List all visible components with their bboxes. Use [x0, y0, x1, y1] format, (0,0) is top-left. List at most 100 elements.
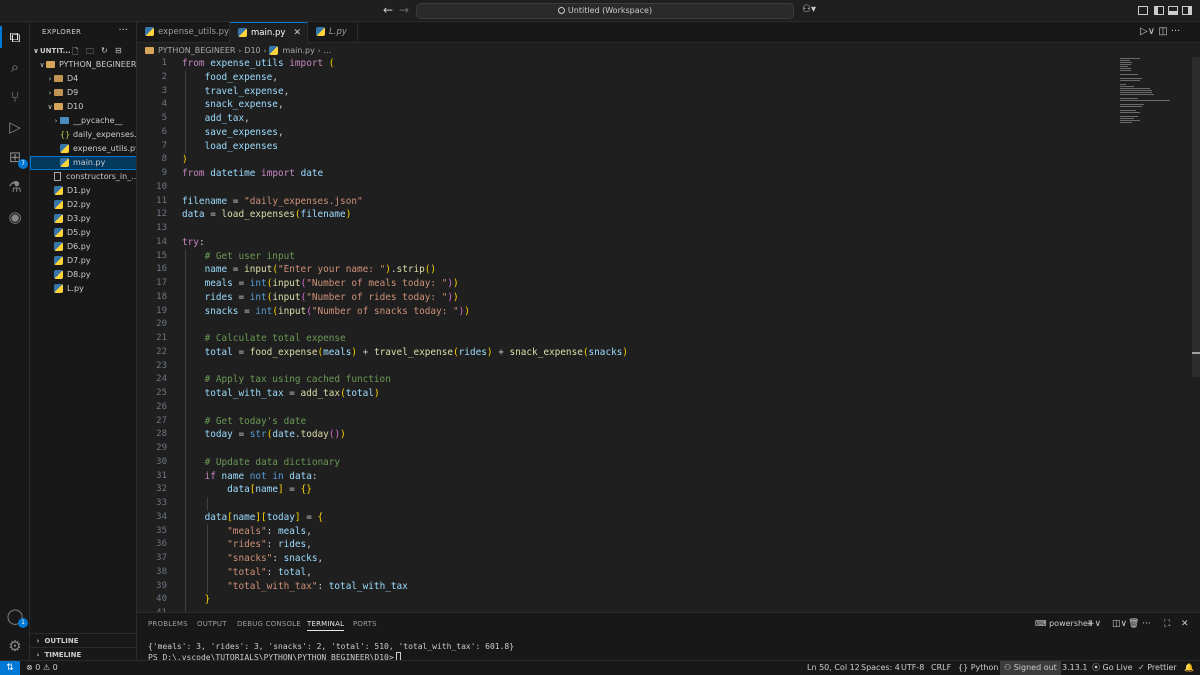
tab-debug-console[interactable]: DEBUG CONSOLE	[237, 620, 301, 628]
python-version[interactable]: 3.13.1	[1062, 661, 1087, 675]
toggle-sidebar-icon[interactable]	[1154, 6, 1164, 15]
accounts-icon[interactable]: ◯ 1	[5, 606, 28, 628]
back-arrow-icon[interactable]: ←	[380, 3, 396, 17]
tab-ports[interactable]: PORTS	[353, 620, 377, 628]
new-terminal-icon[interactable]: +∨	[1087, 619, 1101, 629]
tree-item-d3[interactable]: D3.py	[30, 212, 136, 226]
accounts-badge: 1	[18, 618, 28, 628]
split-terminal-icon[interactable]: ◫∨	[1112, 619, 1127, 629]
chevron-right-icon: ›	[36, 651, 40, 659]
prettier-status[interactable]: ✓ Prettier	[1138, 661, 1177, 675]
minimap[interactable]	[1120, 57, 1180, 127]
chevron-right-icon: ›	[54, 117, 58, 125]
editor-tabs: expense_utils.py main.py ✕ L.py	[137, 22, 1200, 43]
account-status[interactable]: ⚇ Signed out	[1000, 661, 1061, 675]
explorer-icon[interactable]: ⧉	[5, 27, 25, 47]
tree-item-d2[interactable]: D2.py	[30, 198, 136, 212]
outline-section[interactable]: › OUTLINE	[30, 633, 136, 647]
line-endings[interactable]: CRLF	[931, 661, 951, 675]
toggle-secondary-sidebar-icon[interactable]	[1182, 6, 1192, 15]
search-icon	[557, 7, 565, 14]
customize-layout-icon[interactable]	[1138, 6, 1148, 15]
remote-indicator-icon[interactable]: ⇅	[0, 661, 20, 675]
breadcrumb: PYTHON_BEGINEER › D10 › main.py ›...	[145, 44, 331, 57]
bell-icon[interactable]: 🔔	[1184, 661, 1194, 675]
broadcast-icon: ⦿	[1092, 663, 1100, 672]
go-live-button[interactable]: ⦿ Go Live	[1092, 661, 1133, 675]
tree-item-d10[interactable]: ∨ D10	[30, 100, 136, 114]
edge-tools-icon[interactable]: ◉	[5, 207, 25, 227]
tree-item-d9[interactable]: › D9	[30, 86, 136, 100]
tab-l-py[interactable]: L.py	[308, 22, 358, 43]
tab-terminal[interactable]: TERMINAL	[307, 620, 345, 631]
refresh-icon[interactable]: ↻	[101, 46, 108, 55]
tab-output[interactable]: OUTPUT	[197, 620, 227, 628]
python-file-icon	[269, 46, 279, 55]
problems-status[interactable]: ⊗ 0 ⚠ 0	[26, 661, 58, 675]
tree-item-constructors[interactable]: constructors_in_...	[30, 170, 136, 184]
code-editor[interactable]: 1 from expense_utils import ( 2 food_expe…	[137, 57, 1187, 612]
json-file-icon: {}	[60, 130, 71, 139]
run-debug-icon[interactable]: ▷	[5, 117, 25, 137]
tree-item-daily-expenses[interactable]: {}daily_expenses....	[30, 128, 136, 142]
terminal-icon: ⌨	[1035, 619, 1047, 628]
source-control-icon[interactable]: ⑂	[5, 87, 25, 107]
tree-item-d7[interactable]: D7.py	[30, 254, 136, 268]
tab-main-py[interactable]: main.py ✕	[230, 22, 308, 43]
chevron-down-icon: ∨	[39, 61, 45, 69]
breadcrumb-symbols[interactable]: ...	[324, 46, 332, 55]
tree-item-d6[interactable]: D6.py	[30, 240, 136, 254]
cursor-position[interactable]: Ln 50, Col 12	[807, 661, 860, 675]
forward-arrow-icon[interactable]: →	[396, 3, 412, 17]
python-file-icon	[145, 27, 154, 36]
chevron-down-icon: ∨	[47, 103, 53, 111]
activity-bar: ⧉ ⌕ ⑂ ▷ ⊞ 7 ⚗ ◉ ◯ 1 ⚙	[0, 22, 30, 660]
more-actions-icon[interactable]: ···	[1142, 619, 1151, 629]
close-panel-icon[interactable]: ✕	[1181, 619, 1189, 629]
tree-item-d8[interactable]: D8.py	[30, 268, 136, 282]
editor-scrollbar[interactable]	[1192, 57, 1200, 377]
explorer-sidebar: EXPLORER ··· ∨UNTIT... 🗋 🗀 ↻ ⊟ ∨ PYTHON_B…	[30, 22, 137, 660]
title-bar: ← → Untitled (Workspace) ⚇▾	[0, 0, 1200, 22]
testing-icon[interactable]: ⚗	[5, 177, 25, 197]
extensions-icon[interactable]: ⊞ 7	[5, 147, 28, 169]
maximize-panel-icon[interactable]: ⛶	[1164, 619, 1170, 629]
more-actions-icon[interactable]: ···	[118, 25, 128, 36]
breadcrumb-root[interactable]: PYTHON_BEGINEER	[158, 46, 235, 55]
folder-icon	[46, 61, 55, 68]
tree-item-d4[interactable]: › D4	[30, 72, 136, 86]
tree-item-d5[interactable]: D5.py	[30, 226, 136, 240]
close-icon[interactable]: ✕	[293, 23, 301, 44]
tab-problems[interactable]: PROBLEMS	[148, 620, 188, 628]
timeline-section[interactable]: › TIMELINE	[30, 647, 136, 660]
tree-item-expense-utils[interactable]: expense_utils.py	[30, 142, 136, 156]
encoding[interactable]: UTF-8	[901, 661, 924, 675]
run-python-file-icon[interactable]: ▷∨ ◫ ···	[1140, 26, 1180, 37]
copilot-icon[interactable]: ⚇▾	[802, 4, 820, 18]
toggle-panel-icon[interactable]	[1168, 6, 1178, 15]
scrollbar-cursor-marker	[1192, 352, 1200, 354]
indentation[interactable]: Spaces: 4	[861, 661, 900, 675]
folder-icon	[54, 89, 63, 96]
search-icon[interactable]: ⌕	[5, 57, 25, 77]
tree-item-l[interactable]: L.py	[30, 282, 136, 296]
trash-icon[interactable]: 🗑	[1128, 619, 1139, 629]
language-mode[interactable]: {} Python	[958, 661, 998, 675]
collapse-all-icon[interactable]: ⊟	[115, 46, 122, 55]
python-file-icon	[54, 242, 63, 251]
tab-expense-utils[interactable]: expense_utils.py	[137, 22, 230, 43]
tree-item-main-py[interactable]: main.py	[30, 156, 136, 170]
tree-item-d1[interactable]: D1.py	[30, 184, 136, 198]
breadcrumb-file[interactable]: main.py	[282, 46, 314, 55]
breadcrumb-folder[interactable]: D10	[244, 46, 260, 55]
gear-icon[interactable]: ⚙	[5, 636, 25, 656]
explorer-title: EXPLORER	[42, 28, 82, 36]
python-file-icon	[54, 284, 63, 293]
python-file-icon	[54, 214, 63, 223]
chevron-right-icon: ›	[48, 89, 52, 97]
tree-root-folder[interactable]: ∨ PYTHON_BEGINEER	[30, 58, 136, 72]
python-file-icon	[54, 228, 63, 237]
terminal-profile[interactable]: ⌨ powershell	[1035, 619, 1092, 628]
command-center-search[interactable]: Untitled (Workspace)	[416, 3, 794, 19]
tree-item-pycache[interactable]: › __pycache__	[30, 114, 136, 128]
